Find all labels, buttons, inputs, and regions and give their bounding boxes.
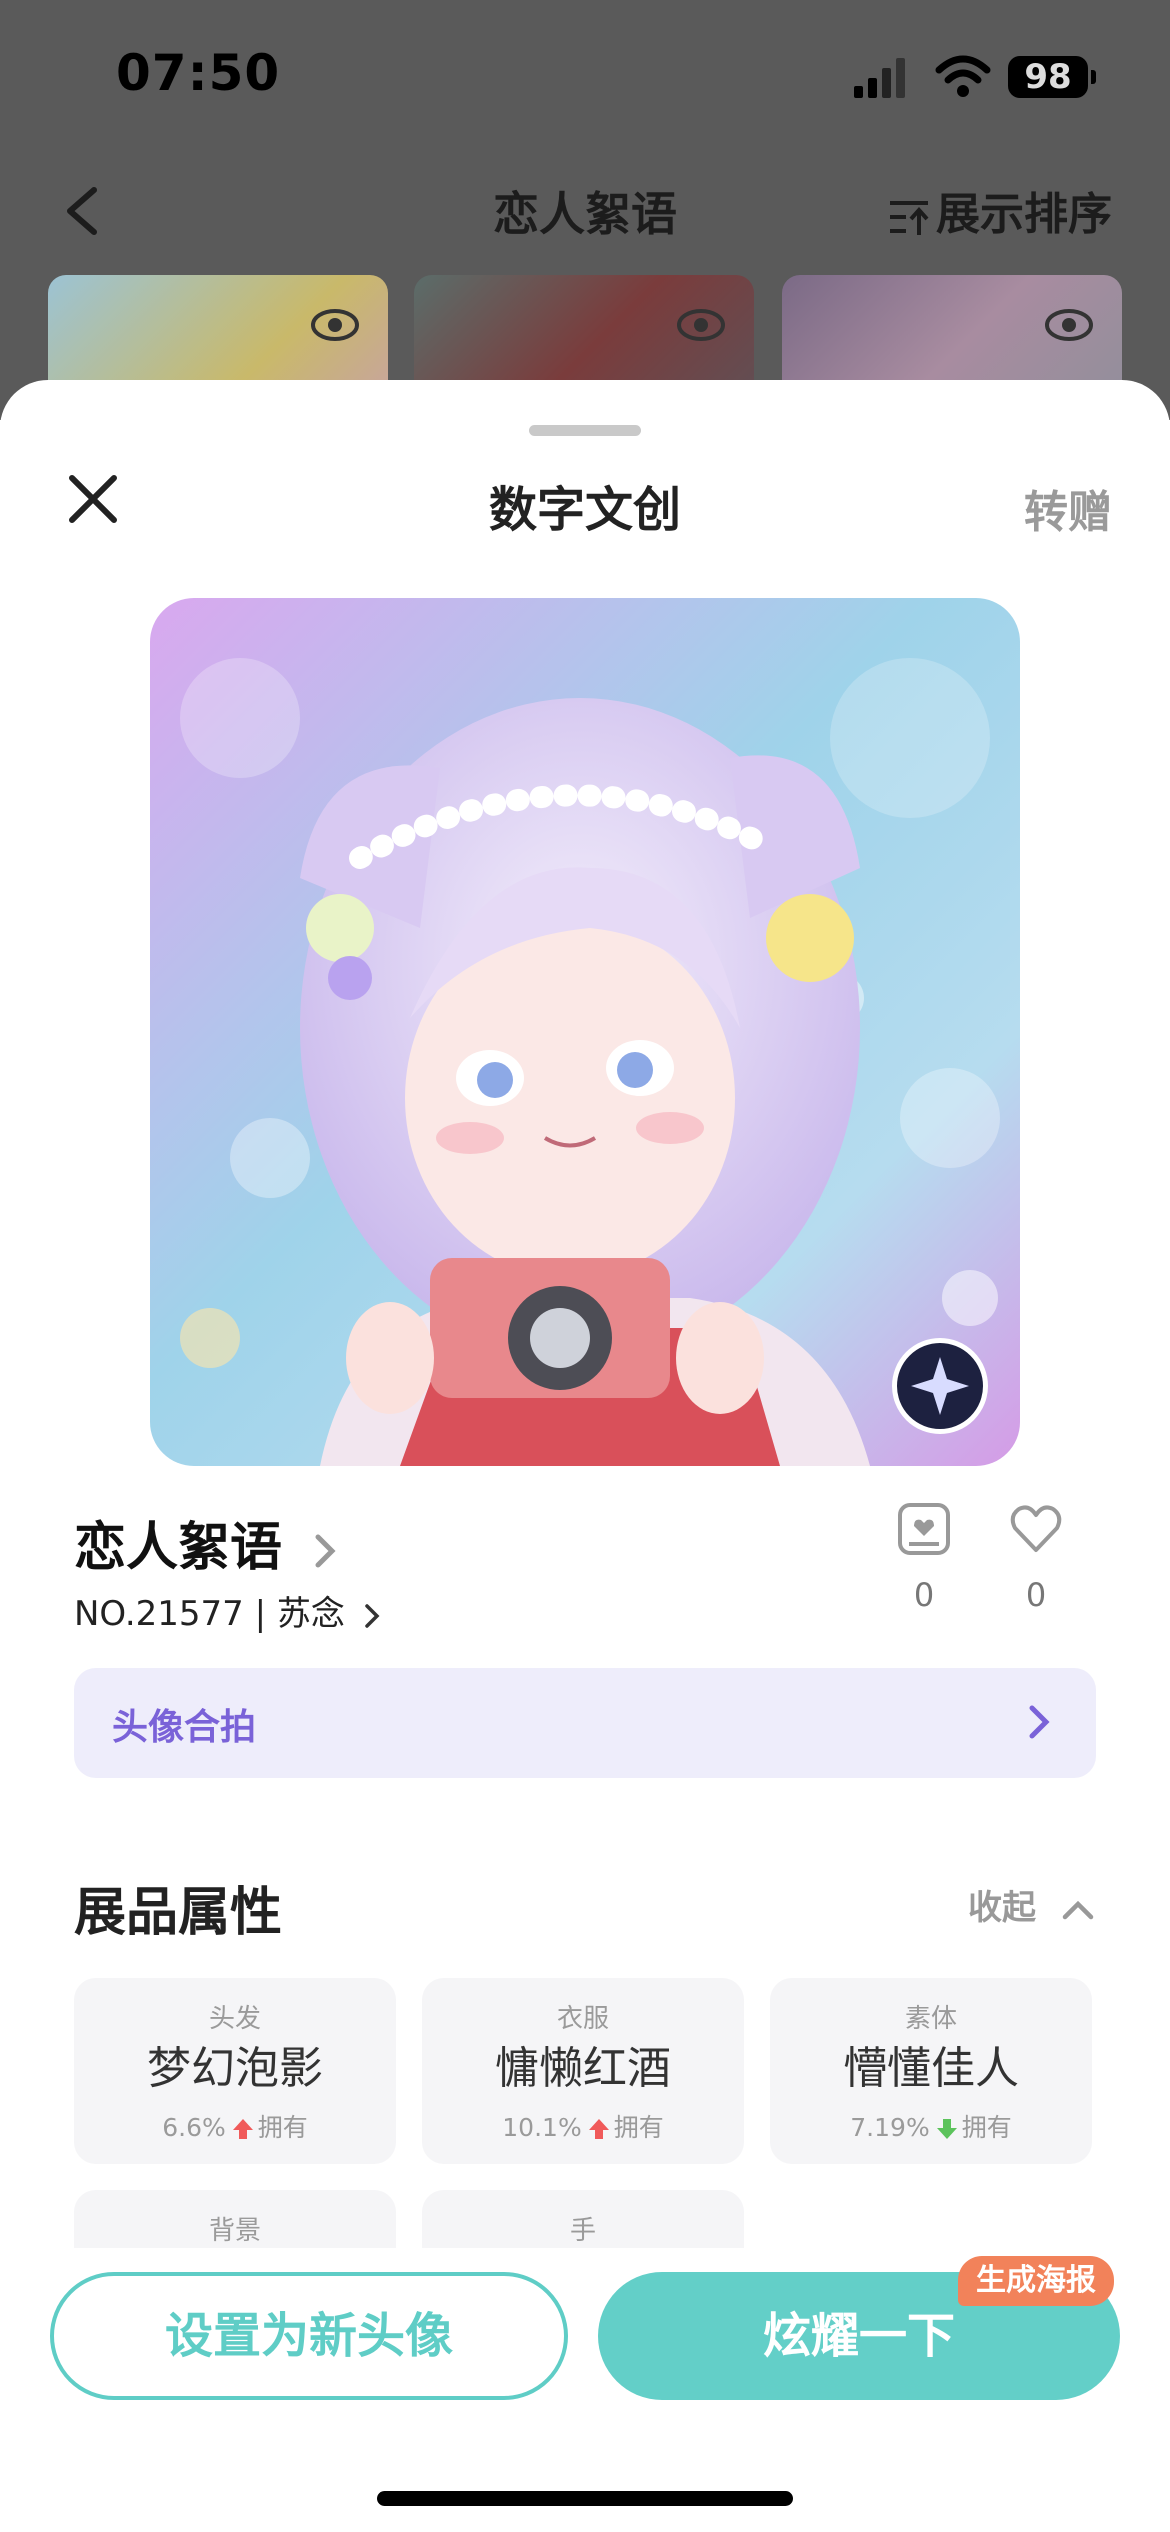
attribute-rarity: 6.6% 拥有 <box>162 2113 308 2142</box>
sort-icon <box>890 201 929 235</box>
attribute-category: 衣服 <box>556 2004 609 2034</box>
collapse-button[interactable]: 收起 <box>968 1880 1094 1929</box>
item-name-link[interactable]: 恋人絮语 <box>74 1505 336 1580</box>
battery-indicator: 98 <box>1008 56 1096 98</box>
attribute-rarity: 10.1% 拥有 <box>502 2113 664 2142</box>
attribute-value: 梦幻泡影 <box>147 2043 323 2094</box>
sort-label: 展示排序 <box>936 189 1112 240</box>
coshot-label: 头像合拍 <box>112 1707 257 1748</box>
gift-button[interactable]: 转赠 <box>1024 476 1112 540</box>
attributes-title: 展品属性 <box>74 1883 283 1943</box>
artwork-image[interactable] <box>150 598 1020 1466</box>
serial-number: NO.21577 | 苏念 <box>74 1594 345 1634</box>
chevron-right-icon <box>1029 1705 1050 1739</box>
chevron-right-icon <box>364 1603 380 1628</box>
cellular-signal-icon <box>854 58 905 98</box>
avatar-coshot-button[interactable]: 头像合拍 <box>74 1668 1096 1778</box>
status-time: 07:50 <box>116 44 281 102</box>
like-stat[interactable]: 0 <box>996 1500 1076 1614</box>
attribute-card[interactable]: 衣服 慵懒红酒 10.1% 拥有 <box>422 1978 744 2164</box>
attribute-category: 背景 <box>208 2216 261 2246</box>
like-count: 0 <box>1025 1576 1047 1614</box>
arrow-up-icon <box>232 2119 253 2139</box>
set-avatar-button[interactable]: 设置为新头像 <box>50 2272 568 2400</box>
attribute-card[interactable]: 头发 梦幻泡影 6.6% 拥有 <box>74 1978 396 2164</box>
anime-girl-illustration <box>150 598 1020 1466</box>
arrow-up-icon <box>588 2119 609 2139</box>
attribute-value: 懵懂佳人 <box>843 2043 1019 2094</box>
collapse-label: 收起 <box>968 1888 1036 1928</box>
sheet-grab-handle[interactable] <box>529 425 641 436</box>
collect-icon <box>898 1503 950 1555</box>
eye-icon <box>1045 309 1093 341</box>
attribute-category: 素体 <box>904 2004 957 2034</box>
home-indicator[interactable] <box>377 2491 793 2506</box>
attribute-category: 头发 <box>208 2004 261 2034</box>
item-name: 恋人絮语 <box>74 1518 283 1578</box>
status-bar: 07:50 98 <box>0 0 1170 150</box>
attribute-category: 手 <box>569 2216 596 2246</box>
attribute-card[interactable]: 素体 懵懂佳人 7.19% 拥有 <box>770 1978 1092 2164</box>
serial-creator-link[interactable]: NO.21577 | 苏念 <box>74 1586 380 1635</box>
arrow-down-icon <box>936 2119 957 2139</box>
attribute-value: 慵懒红酒 <box>495 2043 671 2094</box>
chevron-right-icon <box>315 1534 336 1568</box>
generate-poster-badge[interactable]: 生成海报 <box>958 2256 1114 2306</box>
collect-stat[interactable]: 0 <box>884 1500 964 1614</box>
attribute-rarity: 7.19% 拥有 <box>850 2113 1012 2142</box>
eye-icon <box>311 309 359 341</box>
heart-icon <box>1010 1505 1062 1552</box>
sheet-title: 数字文创 <box>488 482 681 538</box>
collect-count: 0 <box>913 1576 935 1614</box>
sparkle-badge-icon <box>892 1338 988 1434</box>
sort-button[interactable]: 展示排序 <box>888 178 1112 242</box>
wifi-icon <box>935 55 991 97</box>
eye-icon <box>677 309 725 341</box>
chevron-up-icon <box>1062 1900 1094 1919</box>
